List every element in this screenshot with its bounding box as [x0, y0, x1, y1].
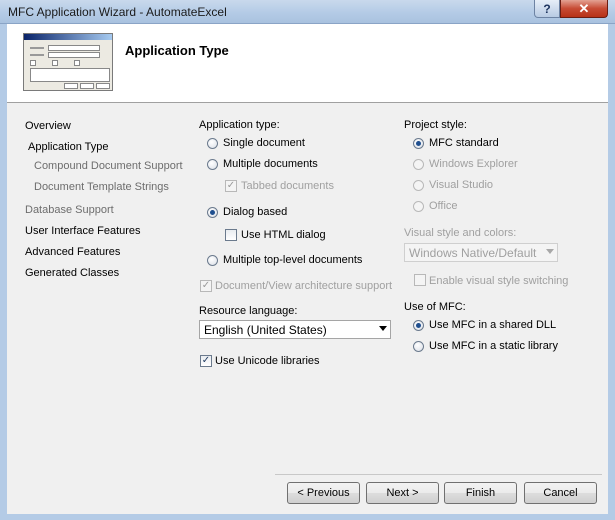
use-html-dialog-checkbox[interactable]	[225, 229, 237, 241]
visual-style-value: Windows Native/Default	[409, 246, 537, 260]
sidebar-item-database-support[interactable]: Database Support	[25, 204, 114, 216]
chevron-down-icon	[379, 326, 387, 331]
document-view-architecture-checkbox[interactable]: ✓	[200, 280, 212, 292]
multiple-documents-label[interactable]: Multiple documents	[223, 158, 318, 170]
close-button[interactable]: ✕	[560, 0, 608, 18]
sidebar-item-application-type[interactable]: Application Type	[28, 141, 109, 153]
windows-explorer-label[interactable]: Windows Explorer	[429, 158, 518, 170]
enable-visual-style-switching-checkbox[interactable]	[414, 274, 426, 286]
visual-studio-label[interactable]: Visual Studio	[429, 179, 493, 191]
visual-style-label: Visual style and colors:	[404, 227, 517, 239]
tabbed-documents-checkbox[interactable]: ✓	[225, 180, 237, 192]
finish-button[interactable]: Finish	[444, 482, 517, 504]
dialog-based-radio[interactable]	[207, 207, 218, 218]
resource-language-label: Resource language:	[199, 305, 298, 317]
page-title: Application Type	[125, 43, 229, 58]
single-document-label[interactable]: Single document	[223, 137, 305, 149]
title-bar[interactable]: MFC Application Wizard - AutomateExcel	[0, 0, 615, 24]
use-mfc-shared-dll-label[interactable]: Use MFC in a shared DLL	[429, 319, 556, 331]
window-frame-right	[608, 24, 615, 520]
mfc-standard-label[interactable]: MFC standard	[429, 137, 499, 149]
previous-button[interactable]: < Previous	[287, 482, 360, 504]
chevron-down-icon	[546, 249, 554, 254]
window-frame-left	[0, 24, 7, 520]
next-button[interactable]: Next >	[366, 482, 439, 504]
windows-explorer-radio[interactable]	[413, 159, 424, 170]
use-mfc-shared-dll-radio[interactable]	[413, 320, 424, 331]
office-radio[interactable]	[413, 201, 424, 212]
use-html-dialog-label[interactable]: Use HTML dialog	[241, 229, 326, 241]
single-document-radio[interactable]	[207, 138, 218, 149]
button-separator	[275, 474, 602, 475]
application-type-label: Application type:	[199, 119, 280, 131]
enable-visual-style-switching-label[interactable]: Enable visual style switching	[429, 275, 568, 287]
cancel-button[interactable]: Cancel	[524, 482, 597, 504]
project-style-label: Project style:	[404, 119, 467, 131]
dialog-based-label[interactable]: Dialog based	[223, 206, 287, 218]
sidebar-item-user-interface-features[interactable]: User Interface Features	[25, 225, 141, 237]
help-icon: ?	[543, 2, 551, 16]
multiple-top-level-documents-label[interactable]: Multiple top-level documents	[223, 254, 362, 266]
wizard-thumbnail-image	[23, 33, 113, 91]
window-title: MFC Application Wizard - AutomateExcel	[8, 5, 227, 19]
use-of-mfc-label: Use of MFC:	[404, 301, 466, 313]
use-unicode-libraries-checkbox[interactable]: ✓	[200, 355, 212, 367]
sidebar-item-document-template-strings[interactable]: Document Template Strings	[34, 181, 169, 193]
sidebar-item-overview[interactable]: Overview	[25, 120, 71, 132]
multiple-top-level-documents-radio[interactable]	[207, 255, 218, 266]
multiple-documents-radio[interactable]	[207, 159, 218, 170]
close-icon: ✕	[578, 1, 590, 16]
sidebar-item-compound-document-support[interactable]: Compound Document Support	[34, 160, 183, 172]
mfc-standard-radio[interactable]	[413, 138, 424, 149]
help-button[interactable]: ?	[534, 0, 560, 18]
tabbed-documents-label[interactable]: Tabbed documents	[241, 180, 334, 192]
use-unicode-libraries-label[interactable]: Use Unicode libraries	[215, 355, 320, 367]
office-label[interactable]: Office	[429, 200, 458, 212]
sidebar-item-generated-classes[interactable]: Generated Classes	[25, 267, 119, 279]
window-frame-bottom	[0, 514, 615, 520]
use-mfc-static-library-radio[interactable]	[413, 341, 424, 352]
visual-style-dropdown[interactable]: Windows Native/Default	[404, 243, 558, 262]
sidebar-item-advanced-features[interactable]: Advanced Features	[25, 246, 120, 258]
resource-language-dropdown[interactable]: English (United States)	[199, 320, 391, 339]
use-mfc-static-library-label[interactable]: Use MFC in a static library	[429, 340, 558, 352]
visual-studio-radio[interactable]	[413, 180, 424, 191]
resource-language-value: English (United States)	[204, 323, 327, 337]
document-view-architecture-label[interactable]: Document/View architecture support	[215, 280, 392, 292]
wizard-header: Application Type	[7, 24, 608, 103]
